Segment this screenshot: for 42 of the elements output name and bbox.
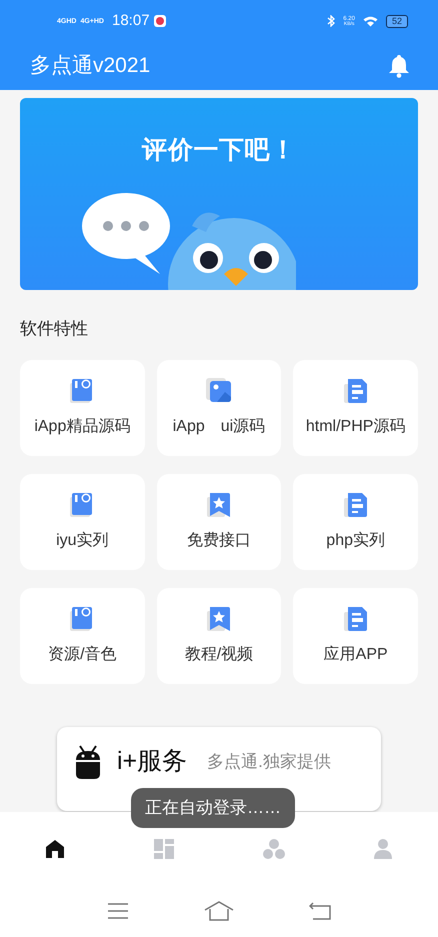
menu-icon[interactable] <box>107 903 130 919</box>
clock-time: 18:07 <box>112 10 150 31</box>
image-icon <box>204 377 233 405</box>
feature-label: 应用APP <box>324 644 388 665</box>
feature-card[interactable]: 资源/音色 <box>20 588 145 684</box>
feature-label: iApp ui源码 <box>172 417 266 437</box>
android-icon <box>75 744 101 780</box>
feature-card[interactable]: 教程/视频 <box>156 588 282 684</box>
feature-card[interactable]: php实列 <box>293 474 418 570</box>
app-notification-icon <box>154 15 166 27</box>
home-outline-icon[interactable] <box>204 901 234 921</box>
login-toast: 正在自动登录…… <box>131 788 295 828</box>
wifi-icon <box>362 16 378 26</box>
feature-label: 资源/音色 <box>48 644 117 665</box>
dashboard-icon <box>152 836 176 860</box>
feature-card[interactable]: html/PHP源码 <box>293 360 418 456</box>
feature-label: php实列 <box>326 530 385 551</box>
feature-card[interactable]: iApp精品源码 <box>20 360 145 456</box>
feature-label: 免费接口 <box>186 530 251 551</box>
document-icon <box>342 605 370 633</box>
feature-card[interactable]: iyu实列 <box>20 474 145 570</box>
feature-label: html/PHP源码 <box>306 417 406 437</box>
bell-icon[interactable] <box>388 54 410 78</box>
feature-card[interactable]: 免费接口 <box>156 474 282 570</box>
service-title: i+服务 <box>117 746 188 778</box>
bluetooth-icon <box>327 15 336 27</box>
back-icon[interactable] <box>308 902 331 920</box>
section-title: 软件特性 <box>20 319 88 338</box>
banner-title: 评价一下吧！ <box>142 135 296 166</box>
star-bookmark-icon <box>204 605 233 633</box>
feature-label: iyu实列 <box>56 530 109 551</box>
feature-label: 教程/视频 <box>184 644 254 665</box>
battery-indicator: 52 <box>386 14 408 28</box>
document-icon <box>342 377 370 405</box>
document-icon <box>342 491 370 519</box>
feature-card[interactable]: 应用APP <box>293 588 418 684</box>
app-title: 多点通v2021 <box>30 53 150 80</box>
feature-card[interactable]: iApp ui源码 <box>156 360 282 456</box>
feature-label: iApp精品源码 <box>34 417 130 437</box>
service-tagline: 多点通.独家提供 <box>207 751 331 774</box>
star-bookmark-icon <box>204 491 233 519</box>
three-circles-icon <box>262 836 286 860</box>
